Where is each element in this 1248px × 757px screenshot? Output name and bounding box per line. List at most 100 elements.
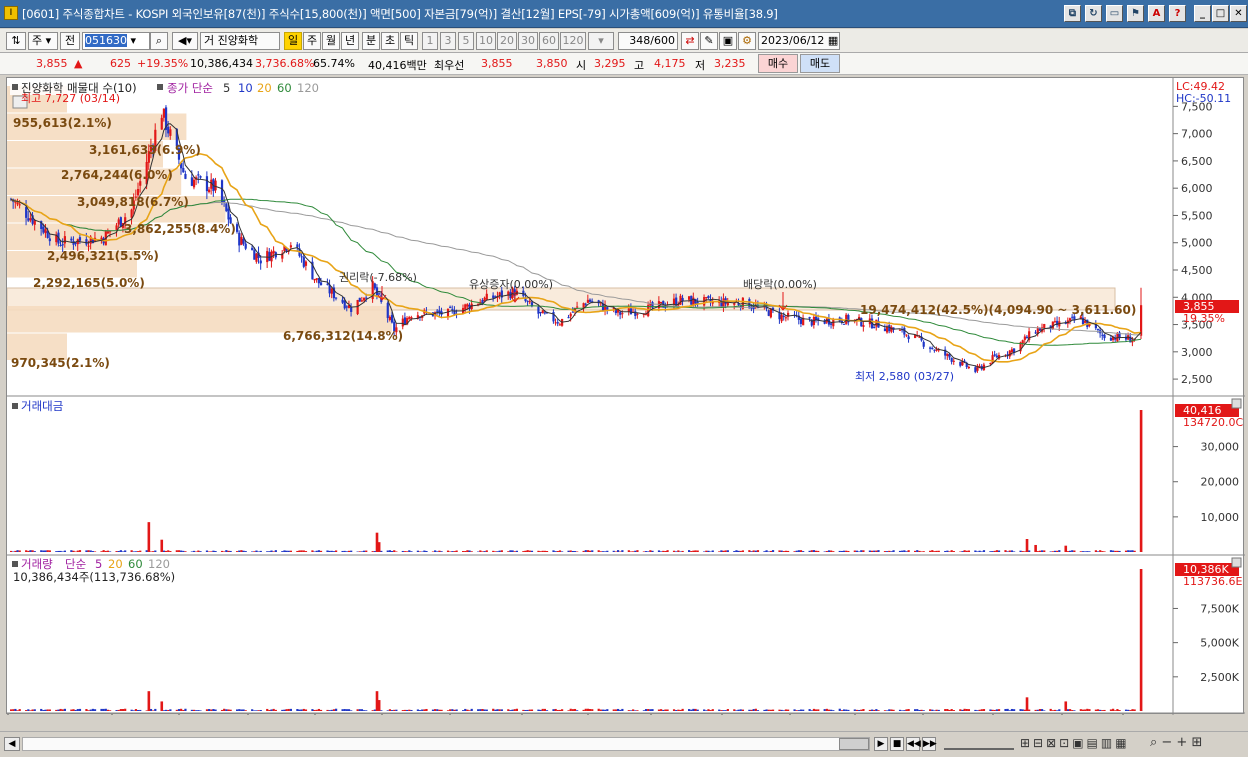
volume-bar — [515, 708, 519, 711]
pin-icon[interactable]: ⚑ — [1127, 5, 1144, 22]
date-field[interactable]: 2023/06/12 ▦ — [758, 32, 840, 50]
volume-bar — [634, 550, 637, 552]
volume-bar — [853, 709, 856, 711]
period-tick[interactable]: 틱 — [400, 32, 418, 50]
stock-code-input[interactable]: 051630 ▾ — [82, 32, 150, 50]
panel-close-icon[interactable] — [1231, 398, 1242, 409]
period-month[interactable]: 월 — [322, 32, 340, 50]
close-button[interactable]: ✕ — [1230, 5, 1247, 22]
refresh-icon[interactable]: ↻ — [1085, 5, 1102, 22]
candle-body — [767, 310, 770, 316]
magnifier-icon[interactable]: ⌕ — [150, 32, 168, 50]
interval-20[interactable]: 20 — [497, 32, 517, 50]
sell-button[interactable]: 매도 — [800, 54, 840, 73]
candle-body — [313, 278, 316, 281]
zoom-icon[interactable]: ⌕ − + ⊞ — [1150, 735, 1202, 750]
interval-120[interactable]: 120 — [560, 32, 586, 50]
font-icon[interactable]: A — [1148, 5, 1165, 22]
volume-bar — [901, 710, 904, 711]
period-second[interactable]: 초 — [381, 32, 399, 50]
volume-bar — [468, 710, 471, 711]
interval-3[interactable]: 3 — [440, 32, 456, 50]
chart-settings-icon[interactable]: ⇄ — [681, 32, 699, 50]
volume-bar — [528, 550, 531, 552]
volume-bar — [1056, 550, 1059, 552]
panel-close-icon[interactable] — [1231, 557, 1242, 568]
volume-bar — [285, 550, 288, 552]
save-icon[interactable]: ▣ — [719, 32, 737, 50]
interval-10[interactable]: 10 — [476, 32, 496, 50]
volume-bar — [1079, 709, 1082, 711]
window-icon[interactable]: ▭ — [1106, 5, 1123, 22]
zoom-slider[interactable] — [944, 738, 1014, 750]
gear-icon[interactable]: ⚙ — [738, 32, 756, 50]
tool-icon[interactable]: ✎ — [700, 32, 718, 50]
interval-5[interactable]: 5 — [458, 32, 474, 50]
scroll-track[interactable] — [22, 737, 870, 751]
period-minute[interactable]: 분 — [362, 32, 380, 50]
calendar-icon[interactable]: ▦ — [828, 34, 838, 47]
buy-button[interactable]: 매수 — [758, 54, 798, 73]
volume-bar — [597, 708, 600, 711]
volume-bar — [1114, 550, 1117, 552]
volume-bar — [14, 708, 17, 711]
volume-bar — [72, 709, 75, 711]
period-year[interactable]: 년 — [341, 32, 359, 50]
chart-area[interactable]: 7,500 7,000 6,500 6,000 5,500 5,000 4,500 4,000… — [6, 77, 1245, 729]
stock-name-field[interactable]: 거 진양화학 — [200, 32, 280, 50]
volume-bar — [180, 550, 183, 552]
volume-bar — [552, 709, 555, 711]
volume-bar — [124, 708, 127, 711]
volume-bar — [696, 709, 699, 711]
volume-bar — [920, 709, 923, 711]
candle-body — [528, 301, 531, 303]
candle-body — [554, 322, 557, 324]
interval-custom-select[interactable]: ▾ — [588, 32, 614, 50]
speaker-icon[interactable]: ◀▾ — [172, 32, 198, 50]
volume-bar — [238, 550, 241, 552]
volume-bar — [300, 709, 303, 711]
volume-bar — [541, 708, 544, 711]
fast-forward-icon[interactable]: ▶▶ — [922, 737, 937, 751]
play-icon[interactable]: ▶ — [874, 737, 888, 751]
ma-legend-60: 60 — [277, 81, 292, 95]
volume-bar — [109, 710, 112, 711]
bar-tick-label: 2,500K — [1200, 671, 1239, 684]
volume-bar — [102, 550, 105, 552]
count-field[interactable]: 348/600 — [618, 32, 678, 50]
link-icon[interactable]: ⧉ — [1064, 5, 1081, 22]
jeon-button[interactable]: 전 — [60, 32, 80, 50]
minimize-button[interactable]: _ — [1194, 5, 1211, 22]
amount-bars — [10, 410, 1143, 552]
scroll-left-icon[interactable]: ◀ — [4, 737, 20, 751]
candle-body — [365, 297, 368, 299]
volume-bar — [208, 551, 211, 552]
rewind-icon[interactable]: ◀◀ — [906, 737, 921, 751]
volume-bar — [1058, 550, 1061, 552]
volume-bar — [227, 709, 230, 711]
volume-bar — [823, 551, 826, 552]
period-week[interactable]: 주 — [303, 32, 321, 50]
volume-bar — [121, 709, 125, 711]
volume-bar — [677, 709, 680, 711]
chart-scrollbar[interactable]: ◀ ▶ ■ ◀◀ ▶▶ ⊞⊟⊠⊡▣▤▥▦ ⌕ − + ⊞ — [0, 731, 1248, 757]
stock-search-icon[interactable]: ⇅ — [6, 32, 26, 50]
interval-60[interactable]: 60 — [539, 32, 559, 50]
volume-bar — [1101, 551, 1104, 552]
help-icon[interactable]: ? — [1169, 5, 1186, 22]
maximize-button[interactable]: □ — [1212, 5, 1229, 22]
stop-icon[interactable]: ■ — [890, 737, 904, 751]
volume-bar — [507, 551, 510, 552]
volume-bar — [257, 710, 260, 711]
interval-1[interactable]: 1 — [422, 32, 438, 50]
volume-bar — [421, 709, 424, 711]
chart-svg[interactable]: 7,5007,0006,5006,0005,5005,0004,5004,000… — [6, 78, 1245, 729]
volume-bar — [933, 710, 936, 711]
chart-tools-icon[interactable]: ⊞⊟⊠⊡▣▤▥▦ — [1020, 736, 1130, 750]
volume-bar — [451, 551, 454, 552]
candle-body — [466, 304, 469, 307]
period-day[interactable]: 일 — [284, 32, 302, 50]
event-annotation-3: 배당락(0.00%) — [743, 278, 817, 291]
interval-30[interactable]: 30 — [518, 32, 538, 50]
market-select[interactable]: 주 ▾ — [28, 32, 58, 50]
